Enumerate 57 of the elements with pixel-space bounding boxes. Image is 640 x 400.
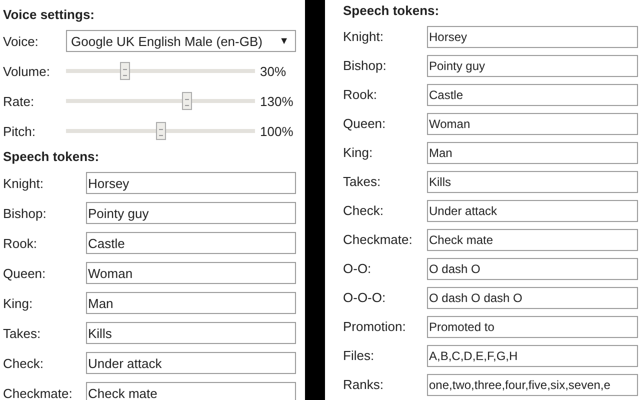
field-label: Rook:	[343, 87, 378, 102]
field-label: Checkmate:	[3, 386, 74, 400]
field-label: Promotion:	[343, 319, 407, 334]
slider-value: 100%	[260, 124, 294, 138]
text-field[interactable]: Pointy guy	[427, 54, 638, 76]
voice-label: Voice:	[3, 34, 40, 48]
text-field[interactable]: Horsey	[86, 172, 296, 194]
text-field[interactable]: Kills	[86, 322, 296, 344]
text-field[interactable]: Promoted to	[427, 316, 638, 338]
field-label: Queen:	[3, 266, 47, 280]
text-field[interactable]: Check mate	[86, 382, 296, 400]
slider-thumb[interactable]	[182, 92, 192, 110]
field-label: Bishop:	[3, 206, 48, 220]
field-label: Queen:	[343, 116, 387, 131]
field-label: Ranks:	[343, 377, 384, 392]
field-label: King:	[3, 296, 34, 310]
field-label: King:	[343, 145, 374, 160]
text-field[interactable]: O dash O	[427, 258, 638, 280]
slider-label: Rate:	[3, 94, 36, 108]
field-label: Check:	[3, 356, 44, 370]
text-field[interactable]: Horsey	[427, 26, 638, 48]
field-label: Bishop:	[343, 58, 388, 73]
text-field[interactable]: Under attack	[427, 200, 638, 222]
slider-thumb[interactable]	[120, 62, 130, 80]
text-field[interactable]: Castle	[86, 232, 296, 254]
field-label: Takes:	[343, 174, 382, 189]
slider-label: Pitch:	[3, 124, 37, 138]
slider-label: Volume:	[3, 64, 51, 78]
field-label: Takes:	[3, 326, 42, 340]
text-field[interactable]: Castle	[427, 84, 638, 106]
text-field[interactable]: Kills	[427, 170, 638, 192]
section-heading: Speech tokens:	[3, 148, 100, 166]
slider-value: 30%	[260, 64, 286, 78]
field-label: O-O-O:	[343, 290, 387, 305]
text-field[interactable]: one,two,three,four,five,six,seven,e	[427, 374, 638, 396]
text-field[interactable]: Check mate	[427, 228, 638, 250]
text-field[interactable]: Under attack	[86, 352, 296, 374]
field-label: Rook:	[3, 236, 38, 250]
field-label: Knight:	[3, 176, 44, 190]
caret-icon: ▼	[279, 36, 289, 46]
field-label: Checkmate:	[343, 232, 414, 247]
text-field[interactable]: Pointy guy	[86, 202, 296, 224]
field-label: Knight:	[343, 29, 384, 44]
text-field[interactable]: A,B,C,D,E,F,G,H	[427, 344, 638, 366]
field-label: Check:	[343, 203, 384, 218]
text-field[interactable]: Man	[86, 292, 296, 314]
text-field[interactable]: Woman	[427, 112, 638, 134]
text-field[interactable]: O dash O dash O	[427, 286, 638, 308]
text-field[interactable]: Woman	[86, 262, 296, 284]
section-heading: Speech tokens:	[343, 2, 440, 20]
field-label: Files:	[343, 348, 376, 363]
section-heading: Voice settings:	[3, 6, 96, 24]
field-label: O-O:	[343, 261, 372, 276]
slider-thumb[interactable]	[156, 122, 166, 140]
voice-dropdown[interactable]: Google UK English Male (en-GB) ▼	[66, 30, 296, 52]
text-field[interactable]: Man	[427, 142, 638, 164]
slider-value: 130%	[260, 94, 294, 108]
